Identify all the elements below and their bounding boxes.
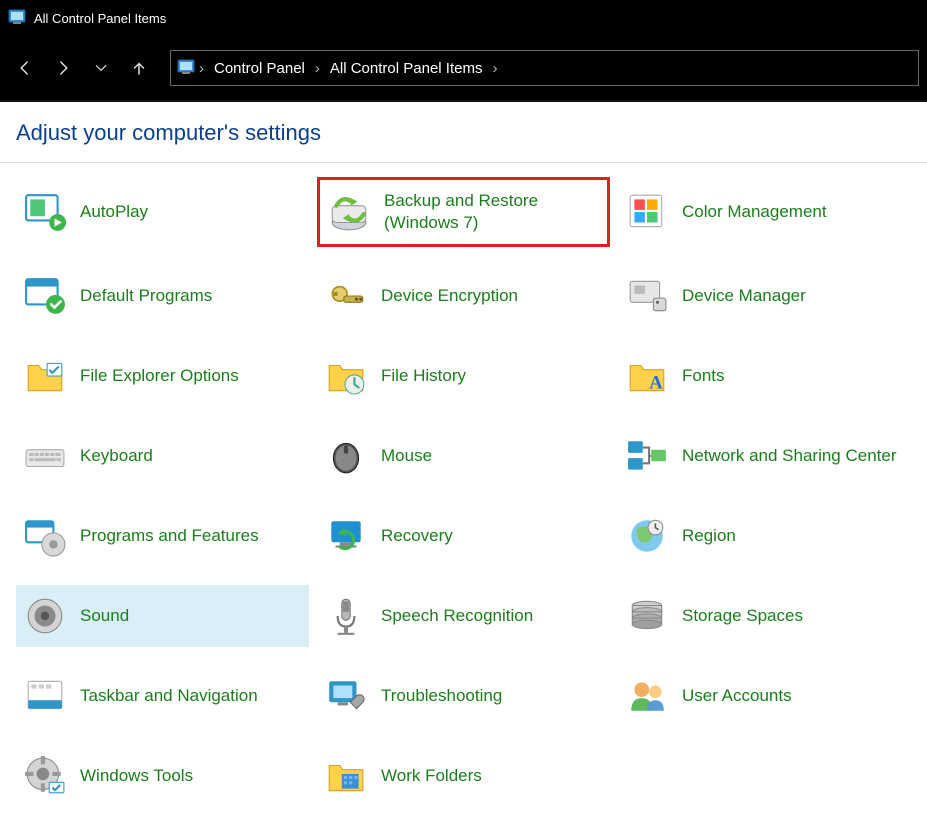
cp-item-storage[interactable]: Storage Spaces [618, 585, 911, 647]
cp-item-label: Network and Sharing Center [682, 445, 897, 467]
chevron-right-icon[interactable]: › [315, 60, 320, 77]
cp-item-label: User Accounts [682, 685, 792, 707]
wintools-icon [24, 755, 66, 797]
cp-item-label: Keyboard [80, 445, 153, 467]
workfold-icon [325, 755, 367, 797]
cp-item-label: AutoPlay [80, 201, 148, 223]
page-heading: Adjust your computer's settings [16, 120, 911, 146]
storage-icon [626, 595, 668, 637]
speech-icon [325, 595, 367, 637]
cp-item-label: Work Folders [381, 765, 482, 787]
items-grid: AutoPlay Backup and Restore (Windows 7) Co… [16, 177, 911, 807]
cp-item-label: Backup and Restore (Windows 7) [384, 190, 599, 234]
sound-icon [24, 595, 66, 637]
cp-item-label: Taskbar and Navigation [80, 685, 258, 707]
cp-item-autoplay[interactable]: AutoPlay [16, 177, 309, 247]
cp-item-label: Device Encryption [381, 285, 518, 307]
up-button[interactable] [122, 51, 156, 85]
nav-bar: › Control Panel › All Control Panel Item… [0, 36, 927, 102]
cp-item-filehist[interactable]: File History [317, 345, 610, 407]
region-icon [626, 515, 668, 557]
cp-item-label: Recovery [381, 525, 453, 547]
fonts-icon [626, 355, 668, 397]
cp-item-label: Troubleshooting [381, 685, 502, 707]
autoplay-icon [24, 191, 66, 233]
cp-item-label: File History [381, 365, 466, 387]
cp-item-label: Sound [80, 605, 129, 627]
cp-item-network[interactable]: Network and Sharing Center [618, 425, 911, 487]
filehist-icon [325, 355, 367, 397]
control-panel-icon [8, 9, 26, 27]
divider [0, 162, 927, 163]
cp-item-progfeat[interactable]: Programs and Features [16, 505, 309, 567]
recent-locations-button[interactable] [84, 51, 118, 85]
taskbar-icon [24, 675, 66, 717]
fileexp-icon [24, 355, 66, 397]
cp-item-label: Fonts [682, 365, 725, 387]
breadcrumb-control-panel[interactable]: Control Panel [208, 56, 311, 81]
cp-item-trouble[interactable]: Troubleshooting [317, 665, 610, 727]
cp-item-label: File Explorer Options [80, 365, 239, 387]
address-bar[interactable]: › Control Panel › All Control Panel Item… [170, 50, 919, 86]
cp-item-label: Mouse [381, 445, 432, 467]
cp-item-label: Windows Tools [80, 765, 193, 787]
cp-item-defaultprogs[interactable]: Default Programs [16, 265, 309, 327]
cp-item-mouse[interactable]: Mouse [317, 425, 610, 487]
keyboard-icon [24, 435, 66, 477]
color-icon [626, 191, 668, 233]
chevron-right-icon[interactable]: › [492, 60, 497, 77]
devenc-icon [325, 275, 367, 317]
cp-item-fileexp[interactable]: File Explorer Options [16, 345, 309, 407]
progfeat-icon [24, 515, 66, 557]
cp-item-label: Device Manager [682, 285, 806, 307]
network-icon [626, 435, 668, 477]
cp-item-label: Speech Recognition [381, 605, 533, 627]
cp-item-fonts[interactable]: Fonts [618, 345, 911, 407]
cp-item-wintools[interactable]: Windows Tools [16, 745, 309, 807]
cp-item-label: Region [682, 525, 736, 547]
devmgr-icon [626, 275, 668, 317]
cp-item-color[interactable]: Color Management [618, 177, 911, 247]
cp-item-workfold[interactable]: Work Folders [317, 745, 610, 807]
cp-item-devenc[interactable]: Device Encryption [317, 265, 610, 327]
window-title: All Control Panel Items [34, 11, 166, 26]
address-icon [177, 59, 195, 77]
chevron-right-icon[interactable]: › [199, 60, 204, 77]
cp-item-label: Default Programs [80, 285, 212, 307]
trouble-icon [325, 675, 367, 717]
forward-button[interactable] [46, 51, 80, 85]
cp-item-users[interactable]: User Accounts [618, 665, 911, 727]
backup-icon [328, 191, 370, 233]
recovery-icon [325, 515, 367, 557]
mouse-icon [325, 435, 367, 477]
cp-item-label: Storage Spaces [682, 605, 803, 627]
cp-item-label: Programs and Features [80, 525, 259, 547]
cp-item-region[interactable]: Region [618, 505, 911, 567]
defaultprogs-icon [24, 275, 66, 317]
cp-item-backup[interactable]: Backup and Restore (Windows 7) [317, 177, 610, 247]
title-bar: All Control Panel Items [0, 0, 927, 36]
back-button[interactable] [8, 51, 42, 85]
cp-item-taskbar[interactable]: Taskbar and Navigation [16, 665, 309, 727]
cp-item-keyboard[interactable]: Keyboard [16, 425, 309, 487]
users-icon [626, 675, 668, 717]
cp-item-label: Color Management [682, 201, 827, 223]
cp-item-sound[interactable]: Sound [16, 585, 309, 647]
breadcrumb-all-items[interactable]: All Control Panel Items [324, 56, 489, 81]
cp-item-recovery[interactable]: Recovery [317, 505, 610, 567]
content-area: Adjust your computer's settings AutoPlay… [0, 102, 927, 825]
cp-item-speech[interactable]: Speech Recognition [317, 585, 610, 647]
cp-item-devmgr[interactable]: Device Manager [618, 265, 911, 327]
